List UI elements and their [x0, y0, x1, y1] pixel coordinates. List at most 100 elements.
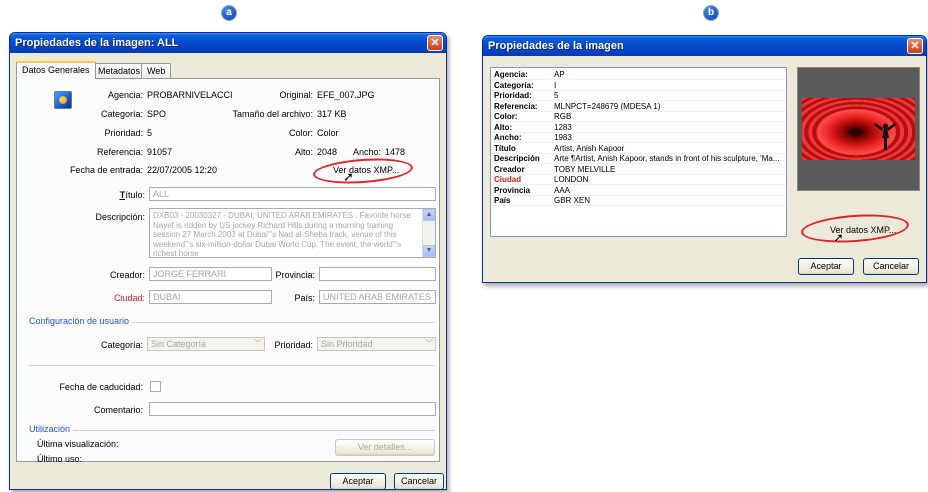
aceptar-button[interactable]: Aceptar: [330, 473, 386, 490]
config-categoria-select[interactable]: Sin Categoría ﹀: [147, 337, 265, 351]
image-file-icon: [54, 91, 72, 109]
pointer-cursor-icon: ➚: [833, 230, 844, 245]
categoria-value: SPO: [147, 109, 167, 119]
ciudad-label: Ciudad:: [113, 293, 145, 303]
row-value: TOBY MELVILLE: [554, 164, 616, 174]
utilizacion-group-title: Utilización: [29, 424, 74, 434]
separator-line: [29, 365, 435, 366]
caducidad-label: Fecha de caducidad:: [59, 382, 143, 392]
table-row: Creador TOBY MELVILLE: [491, 165, 786, 175]
ultima-visualizacion-label: Última visualización:: [37, 439, 119, 449]
table-row: Descripción Arte ¶Artist, Anish Kapoor, s…: [491, 154, 786, 164]
prioridad-value: 5: [147, 128, 153, 138]
titulo-label-text: Título:: [119, 190, 145, 200]
highlight-ellipse: [312, 155, 414, 187]
row-key: País: [494, 196, 511, 205]
row-key: Título: [494, 143, 516, 153]
config-prioridad-select[interactable]: Sin Prioridad ﹀: [317, 337, 436, 351]
cancelar-button[interactable]: Cancelar: [394, 473, 444, 490]
row-value: 1283: [554, 122, 572, 132]
chevron-down-icon: ﹀: [254, 339, 262, 348]
row-key: Creador: [494, 164, 525, 174]
ancho-value: 1478: [385, 147, 406, 157]
window-a-titlebar[interactable]: Propiedades de la imagen: ALL: [10, 33, 446, 53]
panel-marker-a: a: [222, 6, 236, 20]
caducidad-checkbox[interactable]: [150, 381, 161, 392]
provincia-field[interactable]: [319, 267, 436, 281]
pais-field[interactable]: UNITED ARAB EMIRATES: [319, 290, 436, 304]
row-key: Descripción: [494, 154, 540, 163]
original-value: EFE_007.JPG: [317, 90, 375, 100]
tab-panel-datos-generales: Agencia: PROBARNIVELACCI Categoría: SPO …: [16, 78, 440, 464]
config-categoria-value: Sin Categoría: [151, 339, 207, 349]
table-row: Ancho: 1983: [491, 133, 786, 143]
creador-label: Creador:: [109, 270, 145, 280]
figure-silhouette: [874, 123, 896, 150]
descripcion-textarea[interactable]: DXB03 - 20030327 - DUBAI, UNITED ARAB EM…: [149, 208, 436, 258]
tab-web[interactable]: Web: [141, 63, 172, 79]
row-value: I: [554, 80, 557, 90]
window-a-title: Propiedades de la imagen: ALL: [15, 37, 179, 49]
window-b-title: Propiedades de la imagen: [488, 40, 624, 52]
row-key: Categoría:: [494, 80, 534, 90]
table-row: Prioridad: 5: [491, 91, 786, 101]
panel-marker-b: b: [704, 6, 718, 20]
image-thumbnail: [797, 67, 920, 191]
scroll-up-icon[interactable]: ▲: [423, 209, 435, 221]
table-row: Referencia: MLNPCT=248679 (MDESA 1): [491, 102, 786, 112]
row-value: 5: [554, 91, 559, 100]
row-key: Referencia:: [494, 101, 538, 111]
config-prioridad-label: Prioridad:: [274, 340, 313, 350]
row-key: Ciudad: [494, 175, 522, 184]
row-value: Arte ¶Artist, Anish Kapoor, stands in fr…: [554, 154, 780, 163]
table-row: Categoría: I: [491, 81, 786, 91]
properties-table: Agencia: AP Categoría: I Prioridad: 5 Referenc…: [490, 67, 787, 237]
tamano-label: Tamaño del archivo:: [232, 109, 313, 119]
fecha-entrada-label: Fecha de entrada:: [69, 165, 143, 175]
row-value: AP: [554, 70, 565, 79]
config-categoria-label: Categoría:: [100, 340, 143, 350]
tab-datos-generales[interactable]: Datos Generales: [16, 61, 96, 79]
row-value: Artist, Anish Kapoor: [554, 143, 625, 153]
aceptar-button[interactable]: Aceptar: [798, 258, 854, 275]
table-row: Color: RGB: [491, 112, 786, 122]
image-properties-window-b: Propiedades de la imagen ✕ Agencia: AP Cat…: [482, 35, 927, 283]
ancho-label: Ancho:: [352, 147, 381, 157]
row-key: Provincia: [494, 185, 531, 195]
window-b-titlebar[interactable]: Propiedades de la imagen: [483, 36, 926, 56]
utilizacion-group-line: [29, 430, 435, 431]
row-value: GBR XEN: [554, 196, 591, 205]
ver-detalles-button[interactable]: Ver detalles...: [335, 439, 435, 456]
ciudad-field[interactable]: DUBAI: [149, 290, 272, 304]
alto-label: Alto:: [294, 147, 313, 157]
cancelar-button[interactable]: Cancelar: [863, 258, 919, 275]
row-key: Prioridad:: [494, 91, 532, 100]
categoria-label: Categoría:: [100, 109, 143, 119]
pointer-cursor-icon: ➚: [343, 169, 354, 184]
comentario-field[interactable]: [149, 402, 436, 416]
tab-metadatos[interactable]: Metadatos: [92, 63, 147, 79]
provincia-label: Provincia:: [275, 270, 315, 280]
tamano-value: 317 KB: [317, 109, 347, 119]
row-key: Agencia:: [494, 70, 528, 79]
descripcion-scrollbar[interactable]: ▲ ▼: [422, 209, 435, 257]
table-row: Título Artist, Anish Kapoor: [491, 144, 786, 154]
table-row: Ciudad LONDON: [491, 175, 786, 185]
close-icon[interactable]: ✕: [427, 35, 443, 51]
referencia-value: 91057: [147, 147, 173, 157]
chevron-down-icon: ﹀: [425, 339, 433, 348]
pais-label: País:: [294, 293, 315, 303]
close-icon[interactable]: ✕: [907, 38, 923, 54]
table-row: Alto: 1283: [491, 123, 786, 133]
creador-field[interactable]: JORGE FERRARI: [149, 267, 272, 281]
config-group-title: Configuración de usuario: [29, 316, 133, 326]
row-key: Alto:: [494, 122, 513, 132]
table-row: País GBR XEN: [491, 196, 786, 206]
titulo-field[interactable]: ALL: [149, 187, 436, 201]
color-value: Color: [317, 128, 339, 138]
table-row: Agencia: AP: [491, 70, 786, 80]
row-value: MLNPCT=248679 (MDESA 1): [554, 101, 661, 111]
color-label: Color:: [288, 128, 313, 138]
agencia-value: PROBARNIVELACCI: [147, 90, 233, 100]
scroll-down-icon[interactable]: ▼: [423, 245, 435, 257]
